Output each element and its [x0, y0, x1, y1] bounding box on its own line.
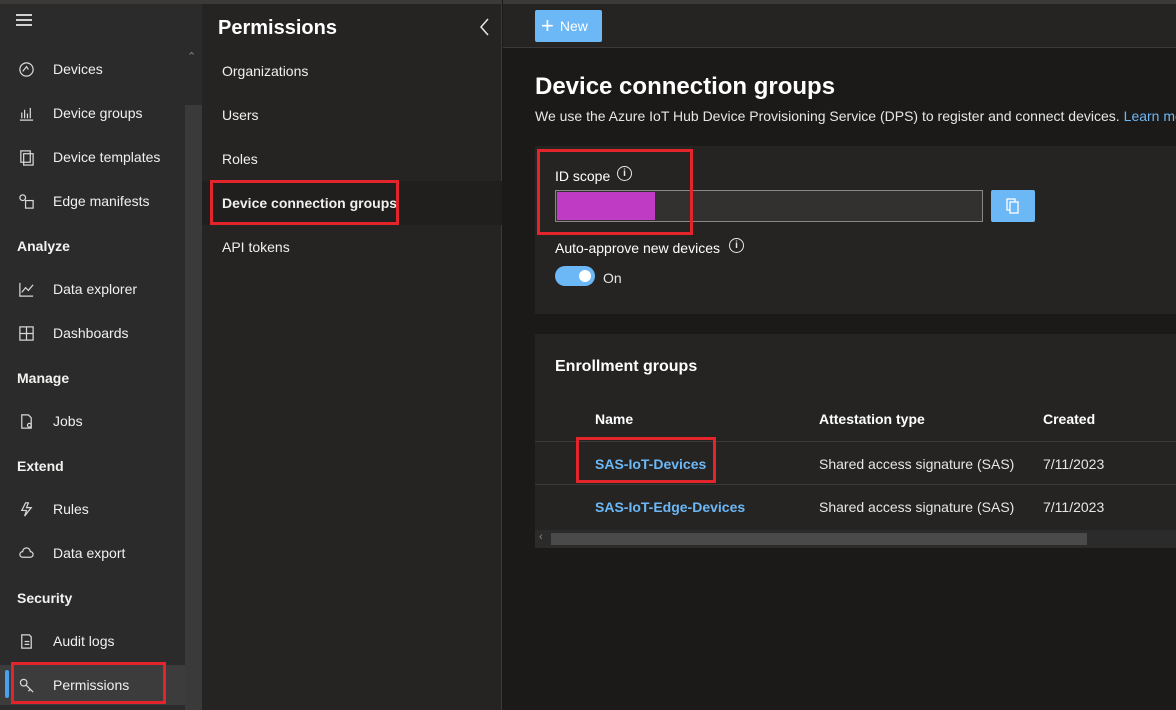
column-header-name[interactable]: Name — [595, 411, 633, 427]
audit-icon — [17, 632, 35, 650]
highlight-box-id-scope — [537, 149, 693, 235]
nav-section-extend: Extend — [17, 458, 64, 474]
nav-item-audit-logs[interactable]: Audit logs — [0, 621, 185, 661]
panel-top-border — [202, 0, 502, 4]
permissions-item-roles[interactable]: Roles — [202, 137, 502, 181]
enrollment-group-link[interactable]: SAS-IoT-Edge-Devices — [595, 499, 745, 515]
nav-item-label: Data export — [53, 545, 126, 561]
created-date-cell: 7/11/2023 — [1043, 456, 1105, 472]
device-groups-icon — [17, 104, 35, 122]
page-description: We use the Azure IoT Hub Device Provisio… — [535, 108, 1176, 124]
highlight-box-device-connection-groups — [210, 180, 399, 225]
nav-item-edge-manifests[interactable]: Edge manifests — [0, 181, 185, 221]
nav-item-label: Edge manifests — [53, 193, 150, 209]
auto-approve-label: Auto-approve new devices — [555, 240, 720, 256]
scroll-left-icon[interactable]: ‹ — [539, 531, 543, 543]
permissions-panel: Permissions Organizations Users Roles De… — [202, 0, 502, 710]
devices-icon — [17, 60, 35, 78]
command-bar: + New — [503, 0, 1176, 48]
chevron-left-icon[interactable] — [478, 16, 494, 38]
copy-id-scope-button[interactable] — [991, 190, 1035, 222]
enrollment-groups-title: Enrollment groups — [555, 358, 698, 375]
nav-section-manage: Manage — [17, 370, 70, 386]
created-date-cell: 7/11/2023 — [1043, 499, 1105, 515]
main-content: + New Device connection groups We use th… — [503, 0, 1176, 710]
nav-item-label: Data explorer — [53, 281, 138, 297]
nav-scrollbar[interactable] — [185, 105, 202, 710]
toggle-knob — [579, 270, 591, 282]
nav-item-label: Rules — [53, 501, 89, 517]
device-templates-icon — [17, 148, 35, 166]
nav-item-label: Jobs — [53, 413, 83, 429]
nav-selection-indicator — [5, 670, 9, 698]
info-icon[interactable]: i — [729, 238, 744, 253]
new-button-label: New — [559, 18, 588, 34]
nav-item-data-export[interactable]: Data export — [0, 533, 185, 573]
learn-more-link[interactable]: Learn more — [1124, 108, 1176, 124]
table-row[interactable]: SAS-IoT-Edge-Devices Shared access signa… — [535, 484, 1176, 527]
nav-item-label: Audit logs — [53, 633, 115, 649]
chart-line-icon — [17, 280, 35, 298]
nav-scroll-up-icon[interactable]: ⌃ — [187, 50, 196, 63]
nav-section-analyze: Analyze — [17, 238, 70, 254]
nav-section-security: Security — [17, 590, 73, 606]
nav-item-label: Devices — [53, 61, 103, 77]
nav-top-border — [0, 0, 202, 4]
nav-item-label: Device groups — [53, 105, 143, 121]
page-description-text: We use the Azure IoT Hub Device Provisio… — [535, 108, 1120, 124]
nav-item-device-templates[interactable]: Device templates — [0, 137, 185, 177]
nav-item-devices[interactable]: Devices — [0, 49, 185, 89]
plus-icon: + — [541, 13, 554, 38]
copy-icon — [1006, 198, 1019, 214]
column-header-created[interactable]: Created — [1043, 411, 1095, 427]
nav-item-label: Device templates — [53, 149, 161, 165]
nav-item-data-explorer[interactable]: Data explorer — [0, 269, 185, 309]
hamburger-menu-icon[interactable] — [16, 14, 34, 28]
column-header-attestation-type[interactable]: Attestation type — [819, 411, 925, 427]
left-navigation: ⌃ Devices Device groups Device templates… — [0, 0, 202, 710]
nav-item-dashboards[interactable]: Dashboards — [0, 313, 185, 353]
cloud-export-icon — [17, 544, 35, 562]
dashboard-icon — [17, 324, 35, 342]
permissions-title: Permissions — [218, 17, 337, 39]
nav-item-label: Dashboards — [53, 325, 129, 341]
table-horizontal-scrollbar[interactable]: ‹ — [535, 530, 1176, 548]
permissions-item-organizations[interactable]: Organizations — [202, 49, 502, 93]
permissions-item-api-tokens[interactable]: API tokens — [202, 225, 502, 269]
new-button[interactable]: + New — [535, 10, 602, 42]
edge-manifests-icon — [17, 192, 35, 210]
nav-item-rules[interactable]: Rules — [0, 489, 185, 529]
page-title: Device connection groups — [535, 73, 836, 100]
attestation-type-cell: Shared access signature (SAS) — [819, 499, 1015, 515]
attestation-type-cell: Shared access signature (SAS) — [819, 456, 1015, 472]
scrollbar-thumb[interactable] — [551, 533, 1087, 545]
command-bar-top-border — [503, 0, 1176, 4]
document-icon — [17, 412, 35, 430]
rules-icon — [17, 500, 35, 518]
nav-item-device-groups[interactable]: Device groups — [0, 93, 185, 133]
highlight-box-permissions — [11, 662, 166, 704]
highlight-box-sas-iot-devices — [576, 437, 716, 483]
nav-item-jobs[interactable]: Jobs — [0, 401, 185, 441]
auto-approve-toggle[interactable] — [555, 266, 595, 286]
permissions-item-users[interactable]: Users — [202, 93, 502, 137]
auto-approve-state: On — [603, 270, 622, 286]
